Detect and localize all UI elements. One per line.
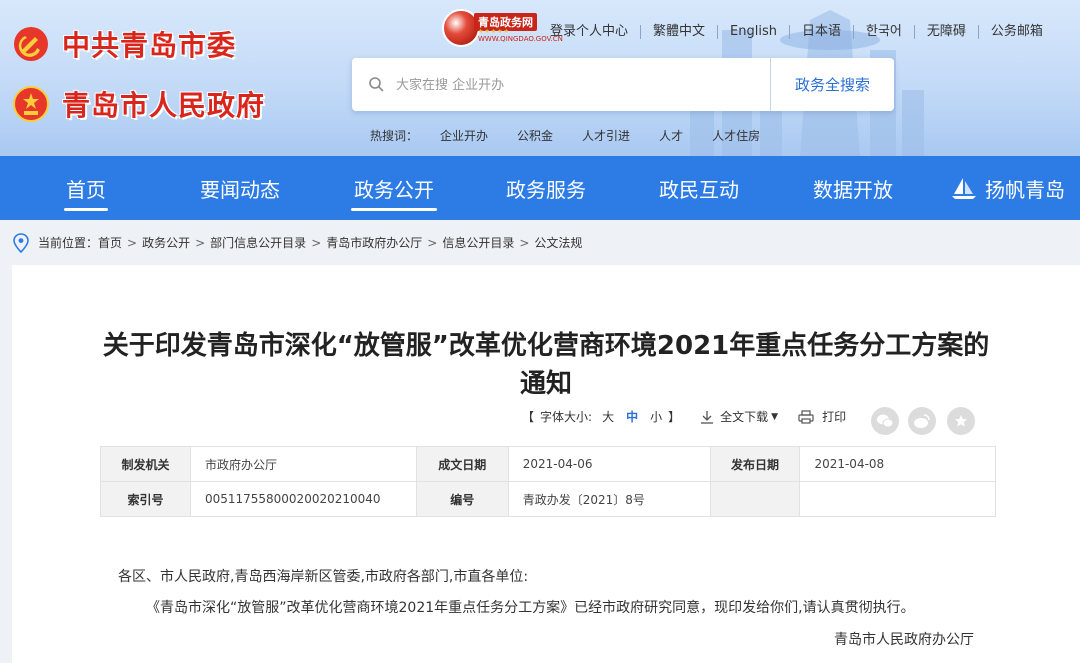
sail-icon [952, 178, 976, 199]
breadcrumb-separator: > [519, 235, 530, 250]
brand-party[interactable]: 中共青岛市委 [12, 24, 236, 64]
top-link-korean[interactable]: 한국어 [853, 25, 914, 39]
breadcrumb: 当前位置： 首页 > 政务公开 > 部门信息公开目录 > 青岛市政府办公厅 > … [0, 220, 1080, 265]
nav-item-sail-qingdao[interactable]: 扬帆青岛 [940, 156, 1076, 220]
issuer-value: 市政府办公厅 [189, 446, 417, 482]
document-paragraph: 《青岛市深化“放管服”改革优化营商环境2021年重点任务分工方案》已经市政府研究… [146, 600, 915, 616]
location-pin-icon [13, 232, 29, 253]
nav-item-label: 数据开放 [813, 177, 893, 202]
party-emblem-icon [12, 25, 50, 63]
print-icon [798, 409, 814, 424]
national-emblem-icon [12, 85, 50, 123]
portal-logo[interactable]: 青岛政务网 ★★★★★ WWW.QINGDAO.GOV.CN [442, 7, 563, 49]
hot-word[interactable]: 人才引进 [582, 127, 630, 144]
publish-label: 发布日期 [709, 446, 801, 482]
main-nav: 首页 要闻动态 政务公开 政务服务 政民互动 数据开放 扬帆青岛 [0, 156, 1080, 220]
print-button[interactable]: 打印 [798, 408, 846, 425]
meta-empty-cell [709, 481, 801, 517]
hot-word[interactable]: 公积金 [517, 127, 553, 144]
nav-item-home[interactable]: 首页 [36, 156, 136, 220]
meta-empty-cell [799, 481, 996, 517]
issuer-label: 制发机关 [100, 446, 191, 482]
hot-words-label: 热搜词： [370, 129, 419, 143]
search-box: 政务全搜索 [352, 58, 894, 111]
site-header: 中共青岛市委 青岛市人民政府 青岛政务网 ★★★★★ WWW.QINGDAO.G… [0, 0, 1080, 156]
nav-item-label: 首页 [66, 177, 106, 202]
publish-value: 2021-04-08 [799, 446, 996, 482]
wechat-share-button[interactable] [871, 407, 899, 435]
top-links: 登录个人中心 繁體中文 English 日本语 한국어 无障碍 公务邮箱 [550, 22, 1055, 42]
breadcrumb-item-dept-catalog[interactable]: 部门信息公开目录 [210, 234, 306, 251]
breadcrumb-separator: > [127, 235, 138, 250]
hot-word[interactable]: 企业开办 [440, 127, 488, 144]
brand-party-title: 中共青岛市委 [62, 29, 237, 62]
breadcrumb-label: 当前位置： [38, 236, 99, 250]
index-label: 索引号 [100, 481, 191, 517]
document-salutation: 各区、市人民政府,青岛西海岸新区管委,市政府各部门,市直各单位: [118, 569, 529, 585]
download-icon [701, 410, 714, 424]
document-signature: 青岛市人民政府办公厅 [834, 632, 974, 648]
document-title: 关于印发青岛市深化“放管服”改革优化营商环境2021年重点任务分工方案的通知 [102, 331, 990, 399]
favorite-button[interactable] [947, 407, 975, 435]
nav-item-label: 政务公开 [354, 177, 434, 202]
search-input[interactable] [396, 72, 756, 98]
tools-bracket-close: 】 [668, 410, 681, 424]
font-size-small[interactable]: 小 [650, 408, 662, 425]
breadcrumb-separator: > [195, 235, 206, 250]
brand-gov-title: 青岛市人民政府 [62, 89, 266, 122]
nav-item-label: 政务服务 [506, 177, 586, 202]
breadcrumb-item-office[interactable]: 青岛市政府办公厅 [326, 234, 422, 251]
top-link-login[interactable]: 登录个人中心 [550, 25, 640, 39]
index-value: 00511755800020020210040 [189, 481, 417, 517]
date-label: 成文日期 [415, 446, 509, 482]
document-meta-table: 制发机关 市政府办公厅 成文日期 2021-04-06 发布日期 2021-04… [100, 446, 996, 517]
number-value: 青政办发〔2021〕8号 [507, 481, 711, 517]
download-label: 全文下载 [720, 410, 769, 424]
nav-item-open-data[interactable]: 数据开放 [795, 156, 911, 220]
meta-row: 制发机关 市政府办公厅 成文日期 2021-04-06 发布日期 2021-04… [100, 446, 996, 482]
brand-gov[interactable]: 青岛市人民政府 [12, 84, 265, 124]
content-panel: 关于印发青岛市深化“放管服”改革优化营商环境2021年重点任务分工方案的通知 【… [12, 265, 1080, 663]
top-link-mail[interactable]: 公务邮箱 [977, 25, 1055, 39]
nav-item-open-gov[interactable]: 政务公开 [336, 156, 452, 220]
nav-item-label: 扬帆青岛 [985, 177, 1065, 202]
meta-row: 索引号 00511755800020020210040 编号 青政办发〔2021… [100, 481, 996, 517]
top-link-accessibility[interactable]: 无障碍 [913, 25, 978, 39]
hot-word[interactable]: 人才住房 [712, 127, 760, 144]
document-tools: 【 字体大小: 大 中 小 】 全文下载 ▼ 打印 [522, 408, 846, 425]
hot-words: 热搜词： 企业开办 公积金 人才引进 人才 人才住房 [370, 127, 789, 144]
number-label: 编号 [415, 481, 509, 517]
breadcrumb-separator: > [311, 235, 322, 250]
breadcrumb-item-info-catalog[interactable]: 信息公开目录 [442, 234, 514, 251]
wechat-icon [877, 414, 894, 428]
breadcrumb-item-home[interactable]: 首页 [98, 234, 122, 251]
search-button[interactable]: 政务全搜索 [770, 58, 894, 111]
font-size-label: 字体大小: [540, 410, 593, 424]
nav-item-news[interactable]: 要闻动态 [182, 156, 298, 220]
weibo-icon [914, 414, 930, 428]
search-icon [369, 77, 384, 92]
download-button[interactable]: 全文下载 ▼ [700, 408, 778, 425]
top-link-english[interactable]: English [717, 25, 789, 39]
chevron-down-icon: ▼ [771, 411, 779, 422]
date-value: 2021-04-06 [507, 446, 711, 482]
portal-stars: ★★★★★ [478, 28, 510, 35]
print-label: 打印 [822, 410, 847, 424]
nav-item-label: 要闻动态 [200, 177, 280, 202]
breadcrumb-item-regulations[interactable]: 公文法规 [534, 234, 582, 251]
favorite-star-icon [955, 415, 967, 427]
tools-bracket-open: 【 [522, 410, 535, 424]
hot-word[interactable]: 人才 [659, 127, 683, 144]
nav-item-label: 政民互动 [659, 177, 739, 202]
font-size-medium[interactable]: 中 [626, 408, 638, 425]
top-link-japanese[interactable]: 日本语 [788, 25, 853, 39]
top-link-traditional[interactable]: 繁體中文 [640, 25, 717, 39]
nav-item-interaction[interactable]: 政民互动 [641, 156, 757, 220]
weibo-share-button[interactable] [908, 407, 936, 435]
breadcrumb-separator: > [427, 235, 438, 250]
font-size-large[interactable]: 大 [602, 408, 614, 425]
nav-item-services[interactable]: 政务服务 [488, 156, 604, 220]
breadcrumb-item-open-gov[interactable]: 政务公开 [142, 234, 190, 251]
